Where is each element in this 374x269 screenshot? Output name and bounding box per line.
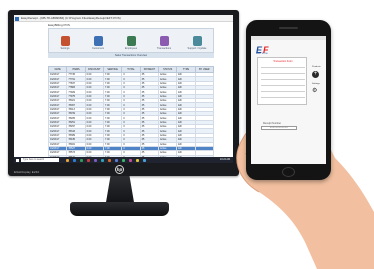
phone-speaker (279, 27, 298, 29)
form-line (261, 73, 305, 74)
app-title-bar: EasyReceipt - [RB-78-AB09984] (C:\Progra… (14, 15, 233, 22)
taskbar-app-icon[interactable] (80, 158, 83, 162)
ribbon-button-employees[interactable]: Employees (118, 31, 144, 51)
form-line (261, 85, 305, 86)
taskbar: Type here to search 10:24 AM (14, 157, 233, 163)
windows-start-icon[interactable] (16, 158, 19, 162)
bezel-label: EliteDisplay E240 (14, 170, 40, 174)
hp-logo-icon: hp (115, 165, 124, 174)
ribbon-button-settings[interactable]: Settings (52, 31, 78, 51)
smartphone: E F EASY FLOW Transaction Form Products … (246, 20, 331, 180)
taskbar-search-input[interactable]: Type here to search (21, 158, 59, 162)
receipt-number-label: Receipt Number (263, 122, 282, 125)
ribbon-label: Transactions (156, 47, 172, 50)
app-icon (15, 16, 19, 21)
ribbon-button-support[interactable]: Support / Update (184, 31, 210, 51)
home-button[interactable] (282, 167, 295, 177)
monitor: EasyReceipt - [RB-78-AB09984] (C:\Progra… (8, 10, 239, 176)
ribbon-label: Support / Update (187, 47, 207, 50)
taskbar-app-icon[interactable] (143, 158, 146, 162)
ribbon-button-customers[interactable]: Customers (85, 31, 111, 51)
customers-icon (93, 36, 103, 46)
phone-form-panel: Transaction Form (257, 57, 307, 105)
ribbon-toolbar: Settings Customers Employees Transaction… (48, 28, 214, 53)
phone-status-bar (251, 36, 326, 40)
taskbar-app-icon[interactable] (129, 158, 132, 162)
monitor-stand-neck (105, 176, 135, 204)
products-label: Products (312, 66, 321, 68)
taskbar-app-icon[interactable] (101, 158, 104, 162)
taskbar-app-icon[interactable] (108, 158, 111, 162)
receipt-number-field[interactable]: 000000000000 (261, 126, 297, 130)
taskbar-app-icon[interactable] (136, 158, 139, 162)
taskbar-app-icon[interactable] (66, 158, 69, 162)
ribbon-label: Employees (124, 47, 138, 50)
logo-subtext: EASY FLOW (256, 53, 268, 55)
taskbar-app-icon[interactable] (94, 158, 97, 162)
ribbon-label: Settings (60, 47, 70, 50)
phone-screen: E F EASY FLOW Transaction Form Products … (251, 36, 326, 164)
transactions-grid: DATE ITEMS DISCOUNT SERVICE TOTAL PAYMENT STAT… (47, 66, 215, 163)
transactions-icon (159, 36, 169, 46)
employees-icon (126, 36, 136, 46)
taskbar-app-icon[interactable] (87, 158, 90, 162)
monitor-stand-base (70, 202, 169, 216)
add-icon[interactable]: + (312, 71, 319, 78)
form-panel-title: Transaction Form (273, 60, 293, 63)
settings-label: Settings (312, 83, 320, 85)
taskbar-app-icon[interactable] (122, 158, 125, 162)
gear-icon[interactable]: ⚙ (312, 88, 317, 95)
form-line (261, 91, 305, 92)
app-title: EasyReceipt - [RB-78-AB09984] (C:\Progra… (21, 16, 121, 20)
monitor-screen: EasyReceipt - [RB-78-AB09984] (C:\Progra… (14, 15, 233, 163)
form-line (261, 79, 305, 80)
taskbar-app-icon[interactable] (73, 158, 76, 162)
form-line (261, 67, 305, 68)
grid-body: 01/03/17 77745 0.00 7.00 0 35 Active ED 01/03/17… (47, 71, 215, 163)
taskbar-app-icon[interactable] (115, 158, 118, 162)
ribbon-label: Customers (91, 47, 105, 50)
support-icon (192, 36, 202, 46)
ef-logo: E F EASY FLOW (256, 45, 276, 55)
ribbon-button-transactions[interactable]: Transactions (151, 31, 177, 51)
section-band: Sales Transactions Overview (48, 53, 214, 58)
form-line (261, 97, 305, 98)
settings-icon (60, 36, 70, 46)
